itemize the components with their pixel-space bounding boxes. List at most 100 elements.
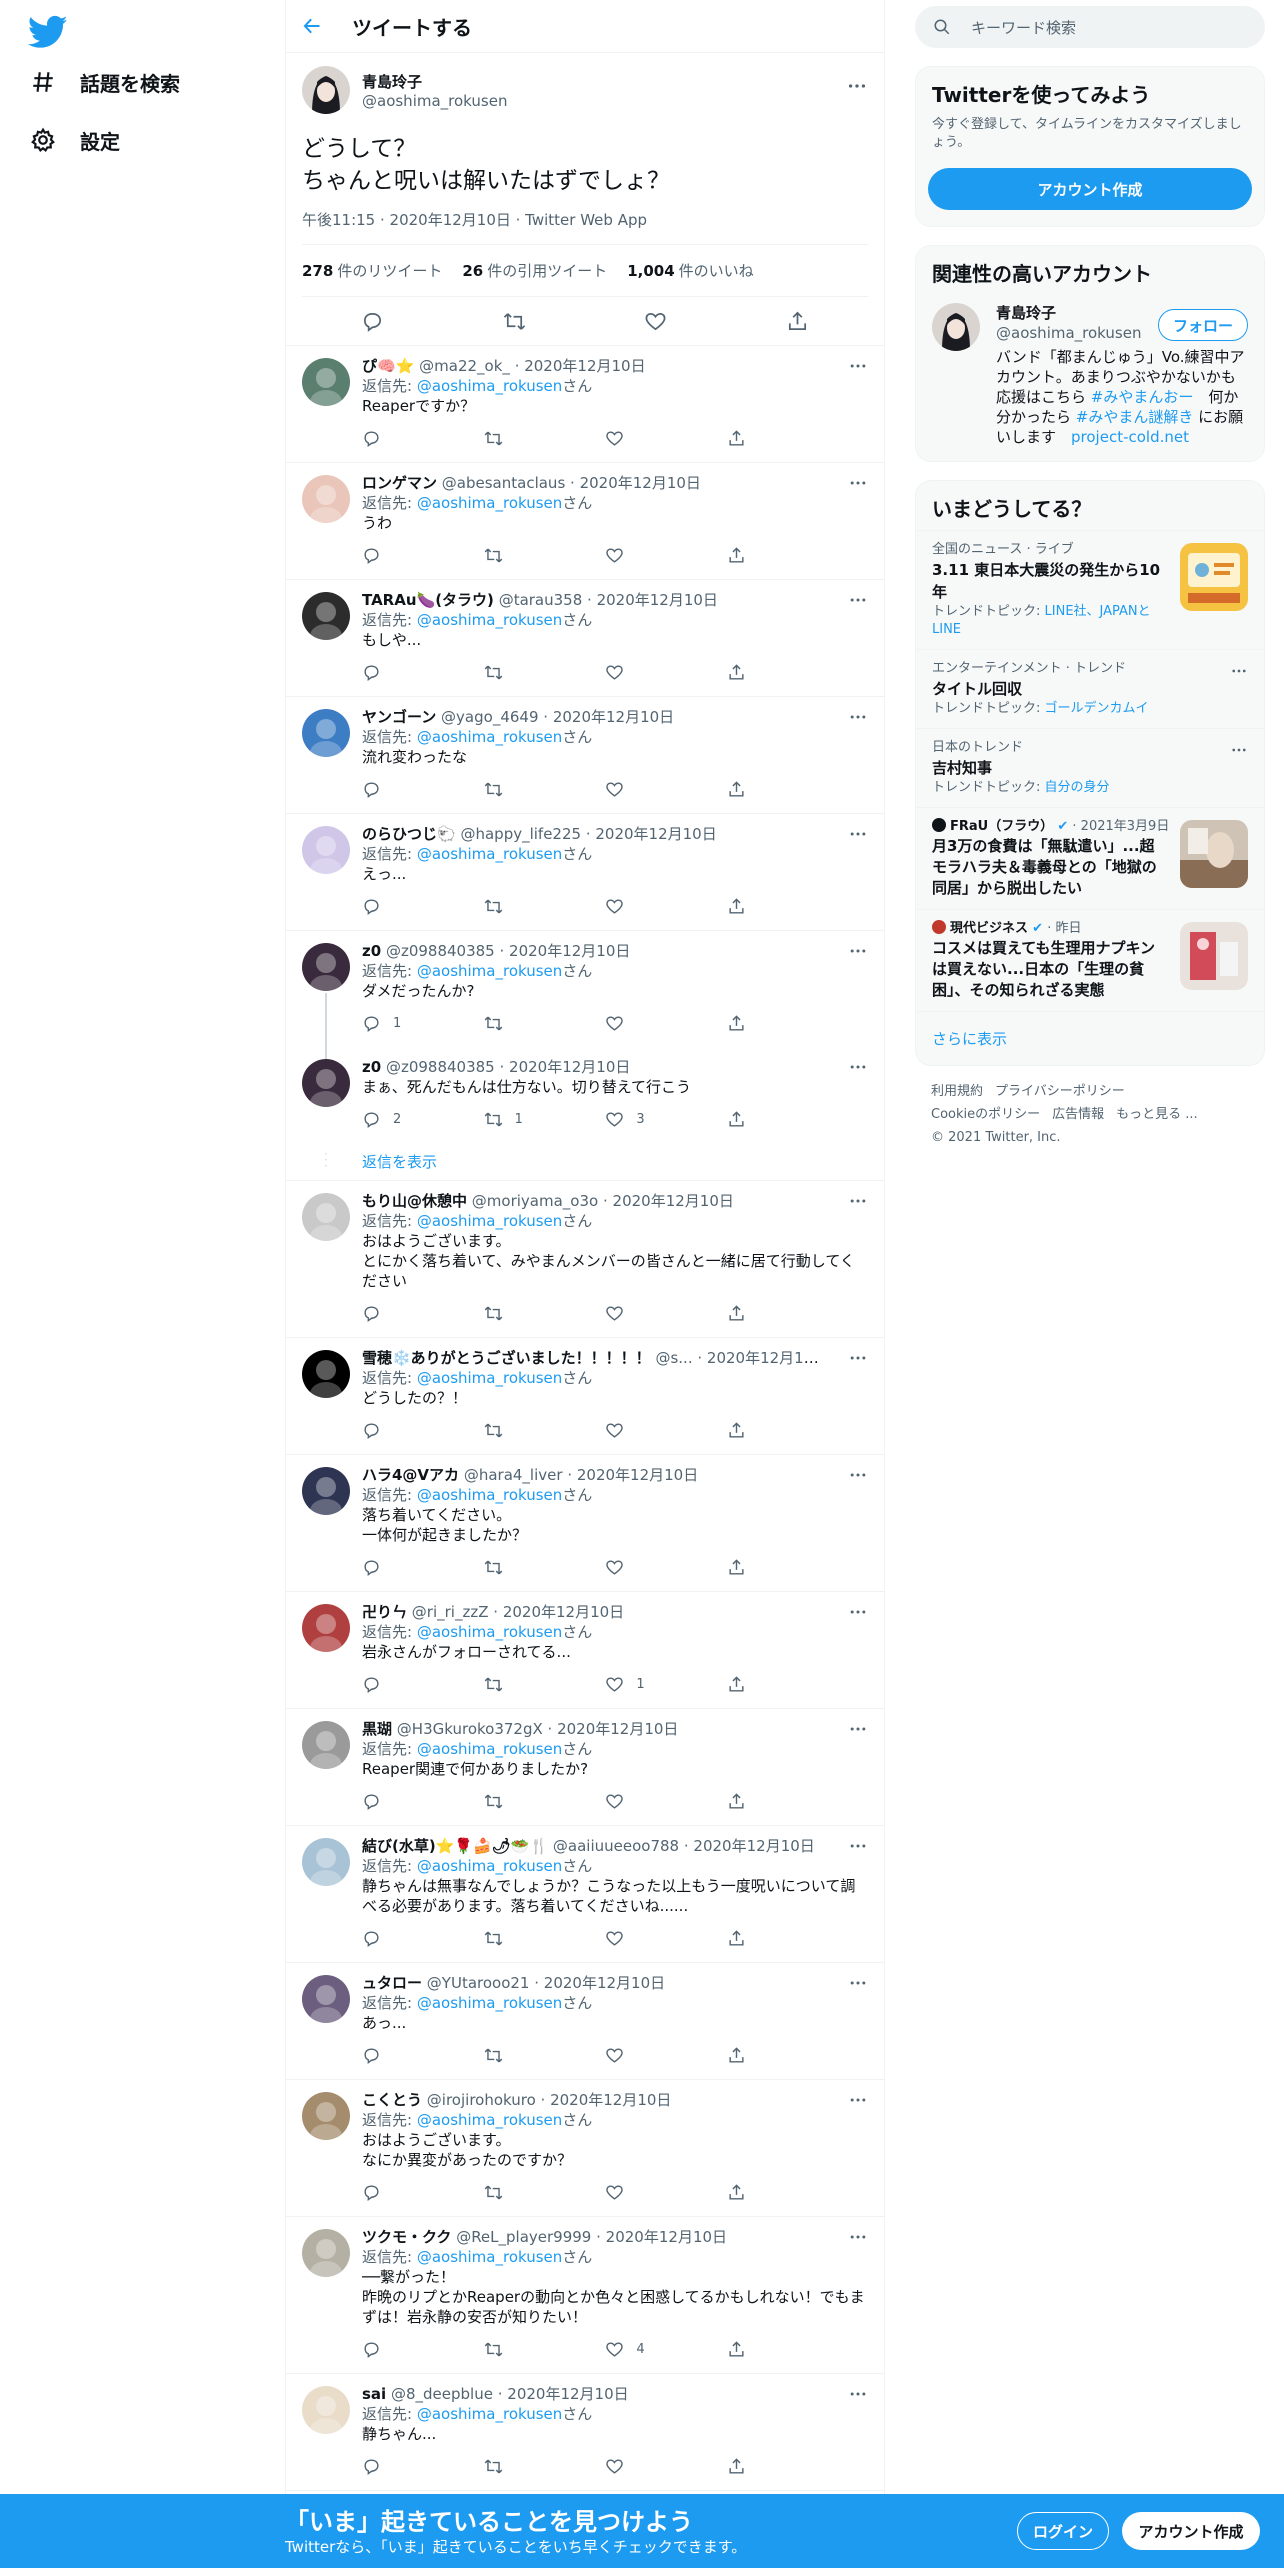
- more-icon[interactable]: [848, 1719, 868, 1739]
- share-button[interactable]: [727, 1421, 787, 1440]
- reply-date[interactable]: · 2020年12月10日: [515, 357, 646, 375]
- share-button[interactable]: [727, 1110, 787, 1129]
- reply-author-name[interactable]: 黒瑚: [362, 1720, 392, 1738]
- avatar[interactable]: [302, 2386, 350, 2434]
- avatar[interactable]: [302, 475, 350, 523]
- reply-author-handle[interactable]: @H3Gkuroko372gX: [397, 1720, 543, 1738]
- reply-author-handle[interactable]: @8_deepblue: [391, 2385, 493, 2403]
- reply-date[interactable]: · 2020年12月10日: [500, 1058, 631, 1076]
- avatar[interactable]: [302, 1193, 350, 1241]
- related-account[interactable]: 青島玲子 @aoshima_rokusen フォロー バンド「都まんじゅう」Vo…: [916, 295, 1264, 461]
- reply-to-link[interactable]: @aoshima_rokusen: [417, 845, 562, 863]
- reply-to-link[interactable]: @aoshima_rokusen: [417, 611, 562, 629]
- reply-button[interactable]: [362, 2183, 422, 2202]
- share-button[interactable]: [727, 429, 787, 448]
- like-button[interactable]: [605, 546, 665, 565]
- avatar[interactable]: [302, 1975, 350, 2023]
- reply-tweet[interactable]: ヤンゴーン @yago_4649 · 2020年12月10日 返信先: @aosh…: [286, 697, 884, 814]
- reply-to-link[interactable]: @aoshima_rokusen: [417, 1994, 562, 2012]
- reply-author-name[interactable]: ハラ4@Vアカ: [362, 1466, 459, 1484]
- avatar[interactable]: [302, 1604, 350, 1652]
- search-input[interactable]: キーワード検索: [915, 6, 1265, 48]
- retweet-icon[interactable]: [503, 310, 526, 333]
- like-button[interactable]: [605, 2046, 665, 2065]
- reply-button[interactable]: [362, 1304, 422, 1323]
- reply-to-link[interactable]: @aoshima_rokusen: [417, 728, 562, 746]
- reply-author-name[interactable]: もり山@休憩中: [362, 1192, 467, 1210]
- reply-to-link[interactable]: @aoshima_rokusen: [417, 1740, 562, 1758]
- more-icon[interactable]: [1230, 741, 1248, 759]
- reply-author-handle[interactable]: @z098840385: [386, 942, 495, 960]
- footer-cookie-link[interactable]: Cookieのポリシー: [931, 1107, 1040, 1122]
- like-button[interactable]: [605, 429, 665, 448]
- more-icon[interactable]: [1230, 662, 1248, 680]
- retweet-button[interactable]: [484, 1929, 544, 1948]
- trend-sub-link[interactable]: ゴールデンカムイ: [1045, 701, 1149, 716]
- footer-privacy-link[interactable]: プライバシーポリシー: [995, 1084, 1125, 1099]
- reply-date[interactable]: · 2020年12月10日: [697, 1349, 828, 1367]
- reply-date[interactable]: · 2020年12月10日: [543, 708, 674, 726]
- share-icon[interactable]: [786, 310, 809, 333]
- avatar[interactable]: [302, 1350, 350, 1398]
- avatar[interactable]: [302, 2092, 350, 2140]
- author-name[interactable]: 青島玲子: [362, 71, 507, 92]
- reply-author-name[interactable]: ロンゲマン: [362, 474, 437, 492]
- reply-tweet[interactable]: のらひつじ🐑 @happy_life225 · 2020年12月10日 返信先: …: [286, 814, 884, 931]
- reply-to-link[interactable]: @aoshima_rokusen: [417, 1857, 562, 1875]
- follow-button[interactable]: フォロー: [1157, 309, 1248, 341]
- trend-item[interactable]: 日本のトレンド 吉村知事 トレンドトピック: 自分の身分: [916, 728, 1264, 807]
- trend-sub-link[interactable]: 自分の身分: [1045, 780, 1110, 795]
- bio-hashtag[interactable]: #みやまんおー: [1091, 388, 1194, 406]
- retweet-button[interactable]: [484, 2340, 544, 2359]
- reply-author-name[interactable]: TARAu🍆(タラウ): [362, 591, 494, 609]
- reply-date[interactable]: · 2020年12月10日: [541, 2091, 672, 2109]
- share-button[interactable]: [727, 780, 787, 799]
- bio-link[interactable]: project-cold.net: [1071, 428, 1189, 446]
- reply-to-link[interactable]: @aoshima_rokusen: [417, 2111, 562, 2129]
- like-button[interactable]: [605, 2457, 665, 2476]
- avatar[interactable]: [302, 2229, 350, 2277]
- like-button[interactable]: [605, 1014, 665, 1033]
- share-button[interactable]: [727, 1304, 787, 1323]
- more-icon[interactable]: [848, 2384, 868, 2404]
- reply-author-handle[interactable]: @aaiiuueeoo788: [553, 1837, 679, 1855]
- reply-tweet[interactable]: 黒瑚 @H3Gkuroko372gX · 2020年12月10日 返信先: @ao…: [286, 1709, 884, 1826]
- reply-author-handle[interactable]: @irojirohokuro: [427, 2091, 536, 2109]
- retweet-button[interactable]: [484, 429, 544, 448]
- reply-to-link[interactable]: @aoshima_rokusen: [417, 2248, 562, 2266]
- reply-button[interactable]: [362, 1421, 422, 1440]
- more-icon[interactable]: [848, 1057, 868, 1077]
- signup-button[interactable]: アカウント作成: [928, 168, 1252, 210]
- retweet-button[interactable]: [484, 1675, 544, 1694]
- reply-date[interactable]: · 2020年12月10日: [684, 1837, 815, 1855]
- more-icon[interactable]: [848, 1191, 868, 1211]
- avatar[interactable]: [302, 66, 350, 114]
- reply-tweet[interactable]: z0 @z098840385 · 2020年12月10日 まぁ、死んだもんは仕方な…: [286, 1047, 884, 1143]
- reply-author-name[interactable]: 結び(水草)⭐🌹🍰🌶🥗🍴: [362, 1837, 548, 1855]
- more-icon[interactable]: [848, 941, 868, 961]
- reply-to-link[interactable]: @aoshima_rokusen: [417, 2405, 562, 2423]
- share-button[interactable]: [727, 1558, 787, 1577]
- more-icon[interactable]: [848, 1602, 868, 1622]
- like-button[interactable]: 1: [605, 1675, 665, 1694]
- reply-author-name[interactable]: 雪穂❄️ありがとうございました！！！！！: [362, 1349, 651, 1367]
- reply-tweet[interactable]: ツクモ・クク @ReL_player9999 · 2020年12月10日 返信先:…: [286, 2217, 884, 2374]
- like-button[interactable]: [605, 663, 665, 682]
- news-item[interactable]: FRaU（フラウ） ✔ · 2021年3月9日 月3万の食費は「無駄遣い」...…: [916, 807, 1264, 909]
- like-button[interactable]: 4: [605, 2340, 665, 2359]
- more-icon[interactable]: [848, 824, 868, 844]
- reply-to-link[interactable]: @aoshima_rokusen: [417, 494, 562, 512]
- reply-button[interactable]: [362, 546, 422, 565]
- news-item[interactable]: 現代ビジネス ✔ · 昨日 コスメは買えても生理用ナプキンは買えない...日本の…: [916, 909, 1264, 1011]
- reply-button[interactable]: [362, 2457, 422, 2476]
- reply-button[interactable]: [362, 897, 422, 916]
- reply-date[interactable]: · 2020年12月10日: [548, 1720, 679, 1738]
- more-icon[interactable]: [848, 707, 868, 727]
- reply-author-handle[interactable]: @ReL_player9999: [456, 2228, 591, 2246]
- reply-author-handle[interactable]: @s...: [655, 1349, 692, 1367]
- reply-tweet[interactable]: ロンゲマン @abesantaclaus · 2020年12月10日 返信先: @…: [286, 463, 884, 580]
- bio-hashtag[interactable]: #みやまん謎解き: [1076, 408, 1194, 426]
- share-button[interactable]: [727, 663, 787, 682]
- reply-tweet[interactable]: z0 @z098840385 · 2020年12月10日 返信先: @aoshim…: [286, 931, 884, 1061]
- reply-author-name[interactable]: こくとう: [362, 2091, 422, 2109]
